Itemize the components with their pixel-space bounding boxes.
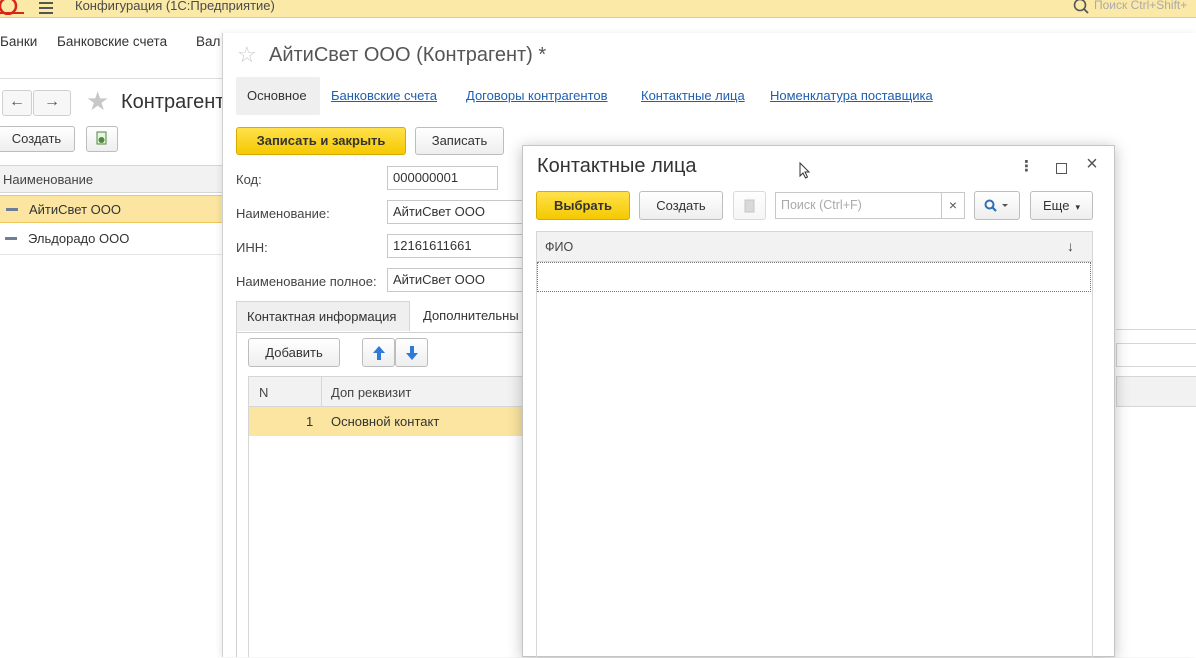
favorite-star-outline-icon[interactable]: ☆	[237, 42, 257, 68]
code-field[interactable]: 000000001	[387, 166, 498, 190]
sort-arrow-icon[interactable]: ↓	[1067, 238, 1074, 254]
main-menu-icon[interactable]	[39, 0, 53, 14]
column-attr-label: Доп реквизит	[331, 385, 412, 400]
partial-table-header	[1116, 376, 1196, 407]
divider	[1116, 329, 1196, 330]
counterparty-list-form: ← → ★ Контрагент Создать Наименование Ай…	[0, 78, 225, 658]
arrow-down-icon	[405, 346, 418, 360]
1c-logo-icon[interactable]	[0, 0, 26, 15]
section-bank-accounts[interactable]: Банковские счета	[57, 34, 167, 49]
maximize-icon[interactable]	[1056, 163, 1067, 174]
search-dropdown-icon	[984, 199, 1008, 212]
tab-main[interactable]: Основное	[236, 77, 320, 115]
inn-label: ИНН:	[236, 240, 268, 255]
arrow-up-icon	[372, 346, 385, 360]
table-row[interactable]: 1 Основной контакт	[249, 407, 526, 436]
list-title: Контрагент	[121, 91, 225, 113]
app-title-bar: Конфигурация (1С:Предприятие) Поиск Ctrl…	[0, 0, 1196, 18]
save-and-close-button[interactable]: Записать и закрыть	[236, 127, 406, 155]
more-menu-button[interactable]: Еще ▾	[1030, 191, 1093, 220]
global-search-placeholder[interactable]: Поиск Ctrl+Shift+	[1094, 0, 1187, 12]
column-name-label: Наименование	[3, 172, 94, 187]
form-title: АйтиСвет ООО (Контрагент) *	[269, 44, 547, 66]
mouse-cursor-icon	[799, 162, 811, 179]
forward-button[interactable]: →	[33, 90, 71, 116]
more-label: Еще	[1043, 198, 1070, 213]
dialog-search-input[interactable]: Поиск (Ctrl+F)	[775, 192, 942, 219]
row-n: 1	[306, 414, 314, 429]
row-attr: Основной контакт	[331, 414, 440, 429]
search-options-button[interactable]	[974, 191, 1020, 220]
name-label: Наименование:	[236, 206, 330, 221]
tab-contact-persons[interactable]: Контактные лица	[641, 88, 745, 103]
copy-button[interactable]	[733, 191, 766, 220]
column-fio-label: ФИО	[545, 240, 574, 254]
fio-column-header[interactable]: ФИО ↓	[536, 231, 1093, 262]
chevron-down-icon: ▾	[1075, 202, 1080, 212]
list-column-header[interactable]: Наименование	[0, 165, 224, 193]
clear-search-button[interactable]: ×	[941, 192, 965, 219]
list-row[interactable]: Эльдорадо ООО	[0, 225, 222, 253]
list-create-button[interactable]: Создать	[0, 126, 75, 152]
more-actions-icon[interactable]: ⋮	[1019, 157, 1034, 175]
move-down-button[interactable]	[395, 338, 428, 367]
list-row-label: АйтиСвет ООО	[29, 202, 121, 217]
name-field[interactable]: АйтиСвет ООО	[387, 200, 527, 224]
dialog-title: Контактные лица	[537, 155, 697, 177]
list-row[interactable]: АйтиСвет ООО	[0, 195, 224, 223]
code-label: Код:	[236, 172, 262, 187]
partial-field	[1116, 343, 1196, 367]
full-name-field[interactable]: АйтиСвет ООО	[387, 268, 527, 292]
tab-bank-accounts[interactable]: Банковские счета	[331, 88, 437, 103]
subtab-contact-info[interactable]: Контактная информация	[236, 301, 410, 331]
item-marker-icon	[6, 208, 18, 211]
column-n-label: N	[259, 385, 269, 400]
move-up-button[interactable]	[362, 338, 395, 367]
favorite-star-icon[interactable]: ★	[86, 86, 109, 117]
divider	[321, 376, 322, 407]
tab-supplier-items[interactable]: Номенклатура поставщика	[770, 88, 933, 103]
subtab-panel-border	[236, 331, 237, 657]
copy-doc-icon	[744, 199, 754, 213]
choose-button[interactable]: Выбрать	[536, 191, 630, 220]
divider	[0, 254, 222, 255]
inn-field[interactable]: 12161611661	[387, 234, 527, 258]
contacts-table-body	[536, 262, 1093, 658]
subtab-additional[interactable]: Дополнительны	[413, 301, 526, 332]
attributes-table-header: N Доп реквизит	[248, 376, 526, 407]
contact-persons-dialog: Контактные лица ⋮ × Выбрать Создать Поис…	[522, 145, 1115, 658]
app-title: Конфигурация (1С:Предприятие)	[75, 0, 275, 13]
full-name-label: Наименование полное:	[236, 274, 377, 289]
tab-contracts[interactable]: Договоры контрагентов	[466, 88, 608, 103]
section-currencies[interactable]: Вал	[196, 34, 220, 49]
section-banks[interactable]: Банки	[0, 34, 37, 49]
add-button[interactable]: Добавить	[248, 338, 340, 367]
copy-doc-icon	[96, 131, 107, 145]
list-row-label: Эльдорадо ООО	[28, 231, 130, 246]
close-icon[interactable]: ×	[1084, 154, 1100, 174]
table-border	[248, 407, 249, 657]
back-button[interactable]: ←	[2, 90, 32, 116]
create-by-copy-button[interactable]	[86, 126, 118, 152]
save-button[interactable]: Записать	[415, 127, 504, 155]
dialog-create-button[interactable]: Создать	[639, 191, 723, 220]
search-icon[interactable]	[1072, 0, 1090, 15]
item-marker-icon	[5, 237, 17, 240]
